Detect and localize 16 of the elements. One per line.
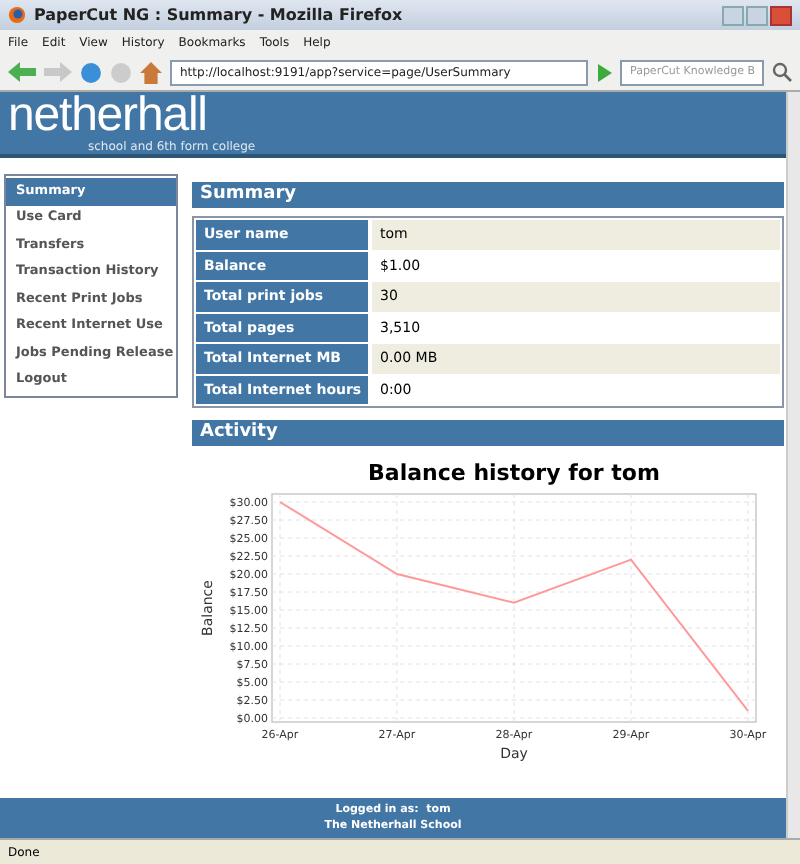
stop-icon[interactable] [110,61,132,83]
search-icon[interactable] [772,62,792,82]
close-button[interactable] [770,5,792,25]
section-header: Summary [192,182,784,208]
home-icon[interactable] [140,61,162,83]
forward-arrow-icon[interactable] [44,62,72,82]
browser-icon [8,6,26,24]
reload-icon[interactable] [80,61,102,83]
scrollbar[interactable] [786,92,800,838]
school-logo: netherhall [8,92,207,140]
minimize-button[interactable] [722,5,744,25]
window-title: PaperCut NG : Summary - Mozilla Firefox [34,3,405,27]
chart-title: Balance history for tom [368,460,660,486]
back-arrow-icon[interactable] [8,62,36,82]
go-icon[interactable] [596,63,612,81]
section-header: Activity [192,420,784,446]
